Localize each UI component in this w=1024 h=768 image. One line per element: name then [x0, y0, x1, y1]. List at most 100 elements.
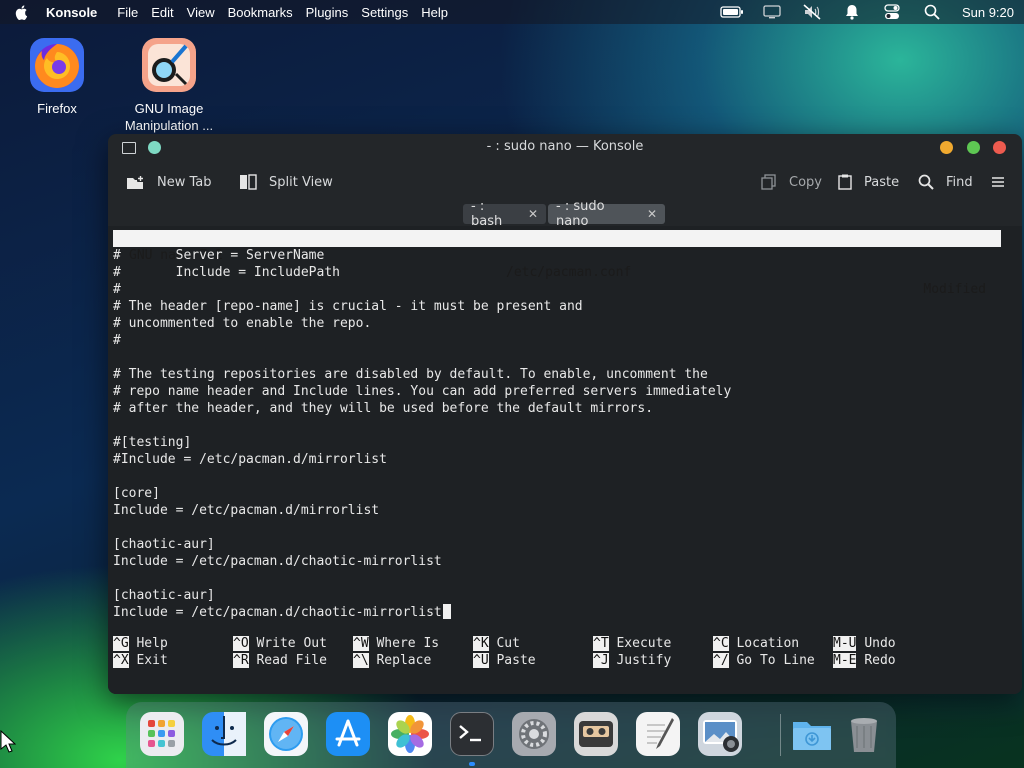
- tab-sudo-nano[interactable]: - : sudo nano ✕: [548, 199, 665, 229]
- app-store-icon[interactable]: [326, 712, 370, 756]
- running-indicator: [469, 762, 475, 766]
- menu-settings[interactable]: Settings: [361, 5, 408, 20]
- shortcut-redo[interactable]: M-E Redo: [833, 652, 896, 669]
- close-tab-icon[interactable]: ✕: [647, 207, 657, 221]
- shortcut-paste[interactable]: ^U Paste: [473, 652, 536, 669]
- safari-icon[interactable]: [264, 712, 308, 756]
- copy-button[interactable]: Copy: [761, 162, 822, 202]
- editor-line: #Include = /etc/pacman.d/mirrorlist: [113, 452, 387, 467]
- shortcut-row: ^X Exit ^R Read File ^\ Replace ^U Paste…: [113, 652, 1013, 669]
- shortcut-label: Exit: [136, 653, 168, 668]
- shortcut-undo[interactable]: M-U Undo: [833, 635, 896, 652]
- apple-logo-icon[interactable]: [14, 4, 30, 20]
- trash-icon[interactable]: [842, 712, 886, 756]
- menu-bookmarks[interactable]: Bookmarks: [228, 5, 293, 20]
- window-title: - : sudo nano — Konsole: [486, 139, 644, 154]
- find-button[interactable]: Find: [918, 162, 973, 202]
- shortcut-go-to-line[interactable]: ^/ Go To Line: [713, 652, 815, 669]
- konsole-window: - : sudo nano — Konsole New Tab Split Vi…: [108, 134, 1022, 694]
- editor-line: # Server = ServerName: [113, 248, 325, 263]
- shortcut-justify[interactable]: ^J Justify: [593, 652, 671, 669]
- shortcut-where-is[interactable]: ^W Where Is: [353, 635, 439, 652]
- menu-help[interactable]: Help: [421, 5, 448, 20]
- terminal-view[interactable]: GNU nano 7.2 /etc/pacman.conf Modified #…: [108, 226, 1022, 694]
- editor-line: # Include = IncludePath: [113, 265, 340, 280]
- shortcut-row: ^G Help ^O Write Out ^W Where Is ^K Cut …: [113, 635, 1013, 652]
- shortcut-label: Justify: [616, 653, 672, 668]
- shortcut-read-file[interactable]: ^R Read File: [233, 652, 327, 669]
- toggles-icon[interactable]: [880, 4, 904, 20]
- split-view-button[interactable]: Split View: [239, 162, 333, 202]
- toolbar: New Tab Split View Copy Paste Find: [108, 162, 1022, 202]
- paste-icon: [838, 174, 852, 190]
- maximize-button[interactable]: [967, 141, 980, 154]
- new-tab-button[interactable]: New Tab: [125, 162, 212, 202]
- tab-label: - : bash: [471, 199, 503, 229]
- downloads-folder-icon[interactable]: [790, 712, 834, 756]
- text-editor-icon[interactable]: [636, 712, 680, 756]
- editor-line: #: [113, 282, 121, 297]
- terminal-icon[interactable]: [450, 712, 494, 756]
- menu-file[interactable]: File: [117, 5, 138, 20]
- editor-line: [core]: [113, 486, 160, 501]
- clock[interactable]: Sun 9:20: [962, 5, 1014, 20]
- shortcut-location[interactable]: ^C Location: [713, 635, 799, 652]
- paste-label: Paste: [864, 174, 900, 190]
- shortcut-key: ^K: [473, 636, 489, 651]
- editor-line: # The testing repositories are disabled …: [113, 367, 708, 382]
- close-tab-icon[interactable]: ✕: [528, 207, 538, 221]
- desktop-icon-firefox[interactable]: Firefox: [2, 36, 112, 117]
- close-button[interactable]: [993, 141, 1006, 154]
- mute-icon[interactable]: [800, 4, 824, 20]
- shortcut-replace[interactable]: ^\ Replace: [353, 652, 431, 669]
- search-icon[interactable]: [920, 4, 944, 20]
- menu-plugins[interactable]: Plugins: [306, 5, 349, 20]
- new-tab-icon: [125, 174, 145, 190]
- bell-icon[interactable]: [840, 4, 864, 20]
- screen-icon[interactable]: [760, 4, 784, 20]
- desktop-icon-gimp[interactable]: GNU Image Manipulation ...: [114, 36, 224, 134]
- system-settings-icon[interactable]: [512, 712, 556, 756]
- editor-line: Include = /etc/pacman.d/chaotic-mirrorli…: [113, 554, 442, 569]
- photos-icon[interactable]: [388, 712, 432, 756]
- shortcut-label: Go To Line: [736, 653, 815, 668]
- tab-bar: - : bash ✕ - : sudo nano ✕: [108, 199, 1022, 229]
- gimp-icon: [140, 36, 198, 94]
- paste-button[interactable]: Paste: [838, 162, 899, 202]
- shortcut-label: Paste: [496, 653, 536, 668]
- tab-bash[interactable]: - : bash ✕: [463, 199, 546, 229]
- desktop-icon-label: Firefox: [37, 101, 77, 116]
- nano-header-bar: GNU nano 7.2 /etc/pacman.conf Modified: [113, 230, 1001, 297]
- editor-line: # uncommented to enable the repo.: [113, 316, 372, 331]
- screenshot-icon[interactable]: [698, 712, 742, 756]
- cassette-player-icon[interactable]: [574, 712, 618, 756]
- text-cursor: [442, 604, 451, 619]
- desktop-icon-label: GNU Image Manipulation ...: [124, 101, 214, 133]
- hamburger-menu-icon[interactable]: [991, 162, 1005, 202]
- shortcut-exit[interactable]: ^X Exit: [113, 652, 168, 669]
- title-bar[interactable]: - : sudo nano — Konsole: [108, 134, 1022, 162]
- shortcut-help[interactable]: ^G Help: [113, 635, 168, 652]
- shortcut-write-out[interactable]: ^O Write Out: [233, 635, 327, 652]
- split-view-label: Split View: [269, 174, 333, 190]
- editor-line: #[testing]: [113, 435, 192, 450]
- new-tab-label: New Tab: [157, 174, 212, 190]
- menu-edit[interactable]: Edit: [151, 5, 173, 20]
- shortcut-execute[interactable]: ^T Execute: [593, 635, 671, 652]
- finder-icon[interactable]: [202, 712, 246, 756]
- launchpad-icon[interactable]: [140, 712, 184, 756]
- active-app-name[interactable]: Konsole: [46, 5, 97, 20]
- shortcut-cut[interactable]: ^K Cut: [473, 635, 520, 652]
- editor-line: [chaotic-aur]: [113, 537, 215, 552]
- battery-icon[interactable]: [720, 4, 744, 20]
- shortcut-label: Where Is: [376, 636, 440, 651]
- nano-shortcut-bar: ^G Help ^O Write Out ^W Where Is ^K Cut …: [113, 635, 1013, 669]
- shortcut-key: ^G: [113, 636, 129, 651]
- nano-status: Modified: [923, 282, 986, 297]
- menu-view[interactable]: View: [187, 5, 215, 20]
- minimize-button[interactable]: [940, 141, 953, 154]
- editor-content[interactable]: # Server = ServerName # Include = Includ…: [113, 247, 731, 621]
- shortcut-key: ^\: [353, 653, 369, 668]
